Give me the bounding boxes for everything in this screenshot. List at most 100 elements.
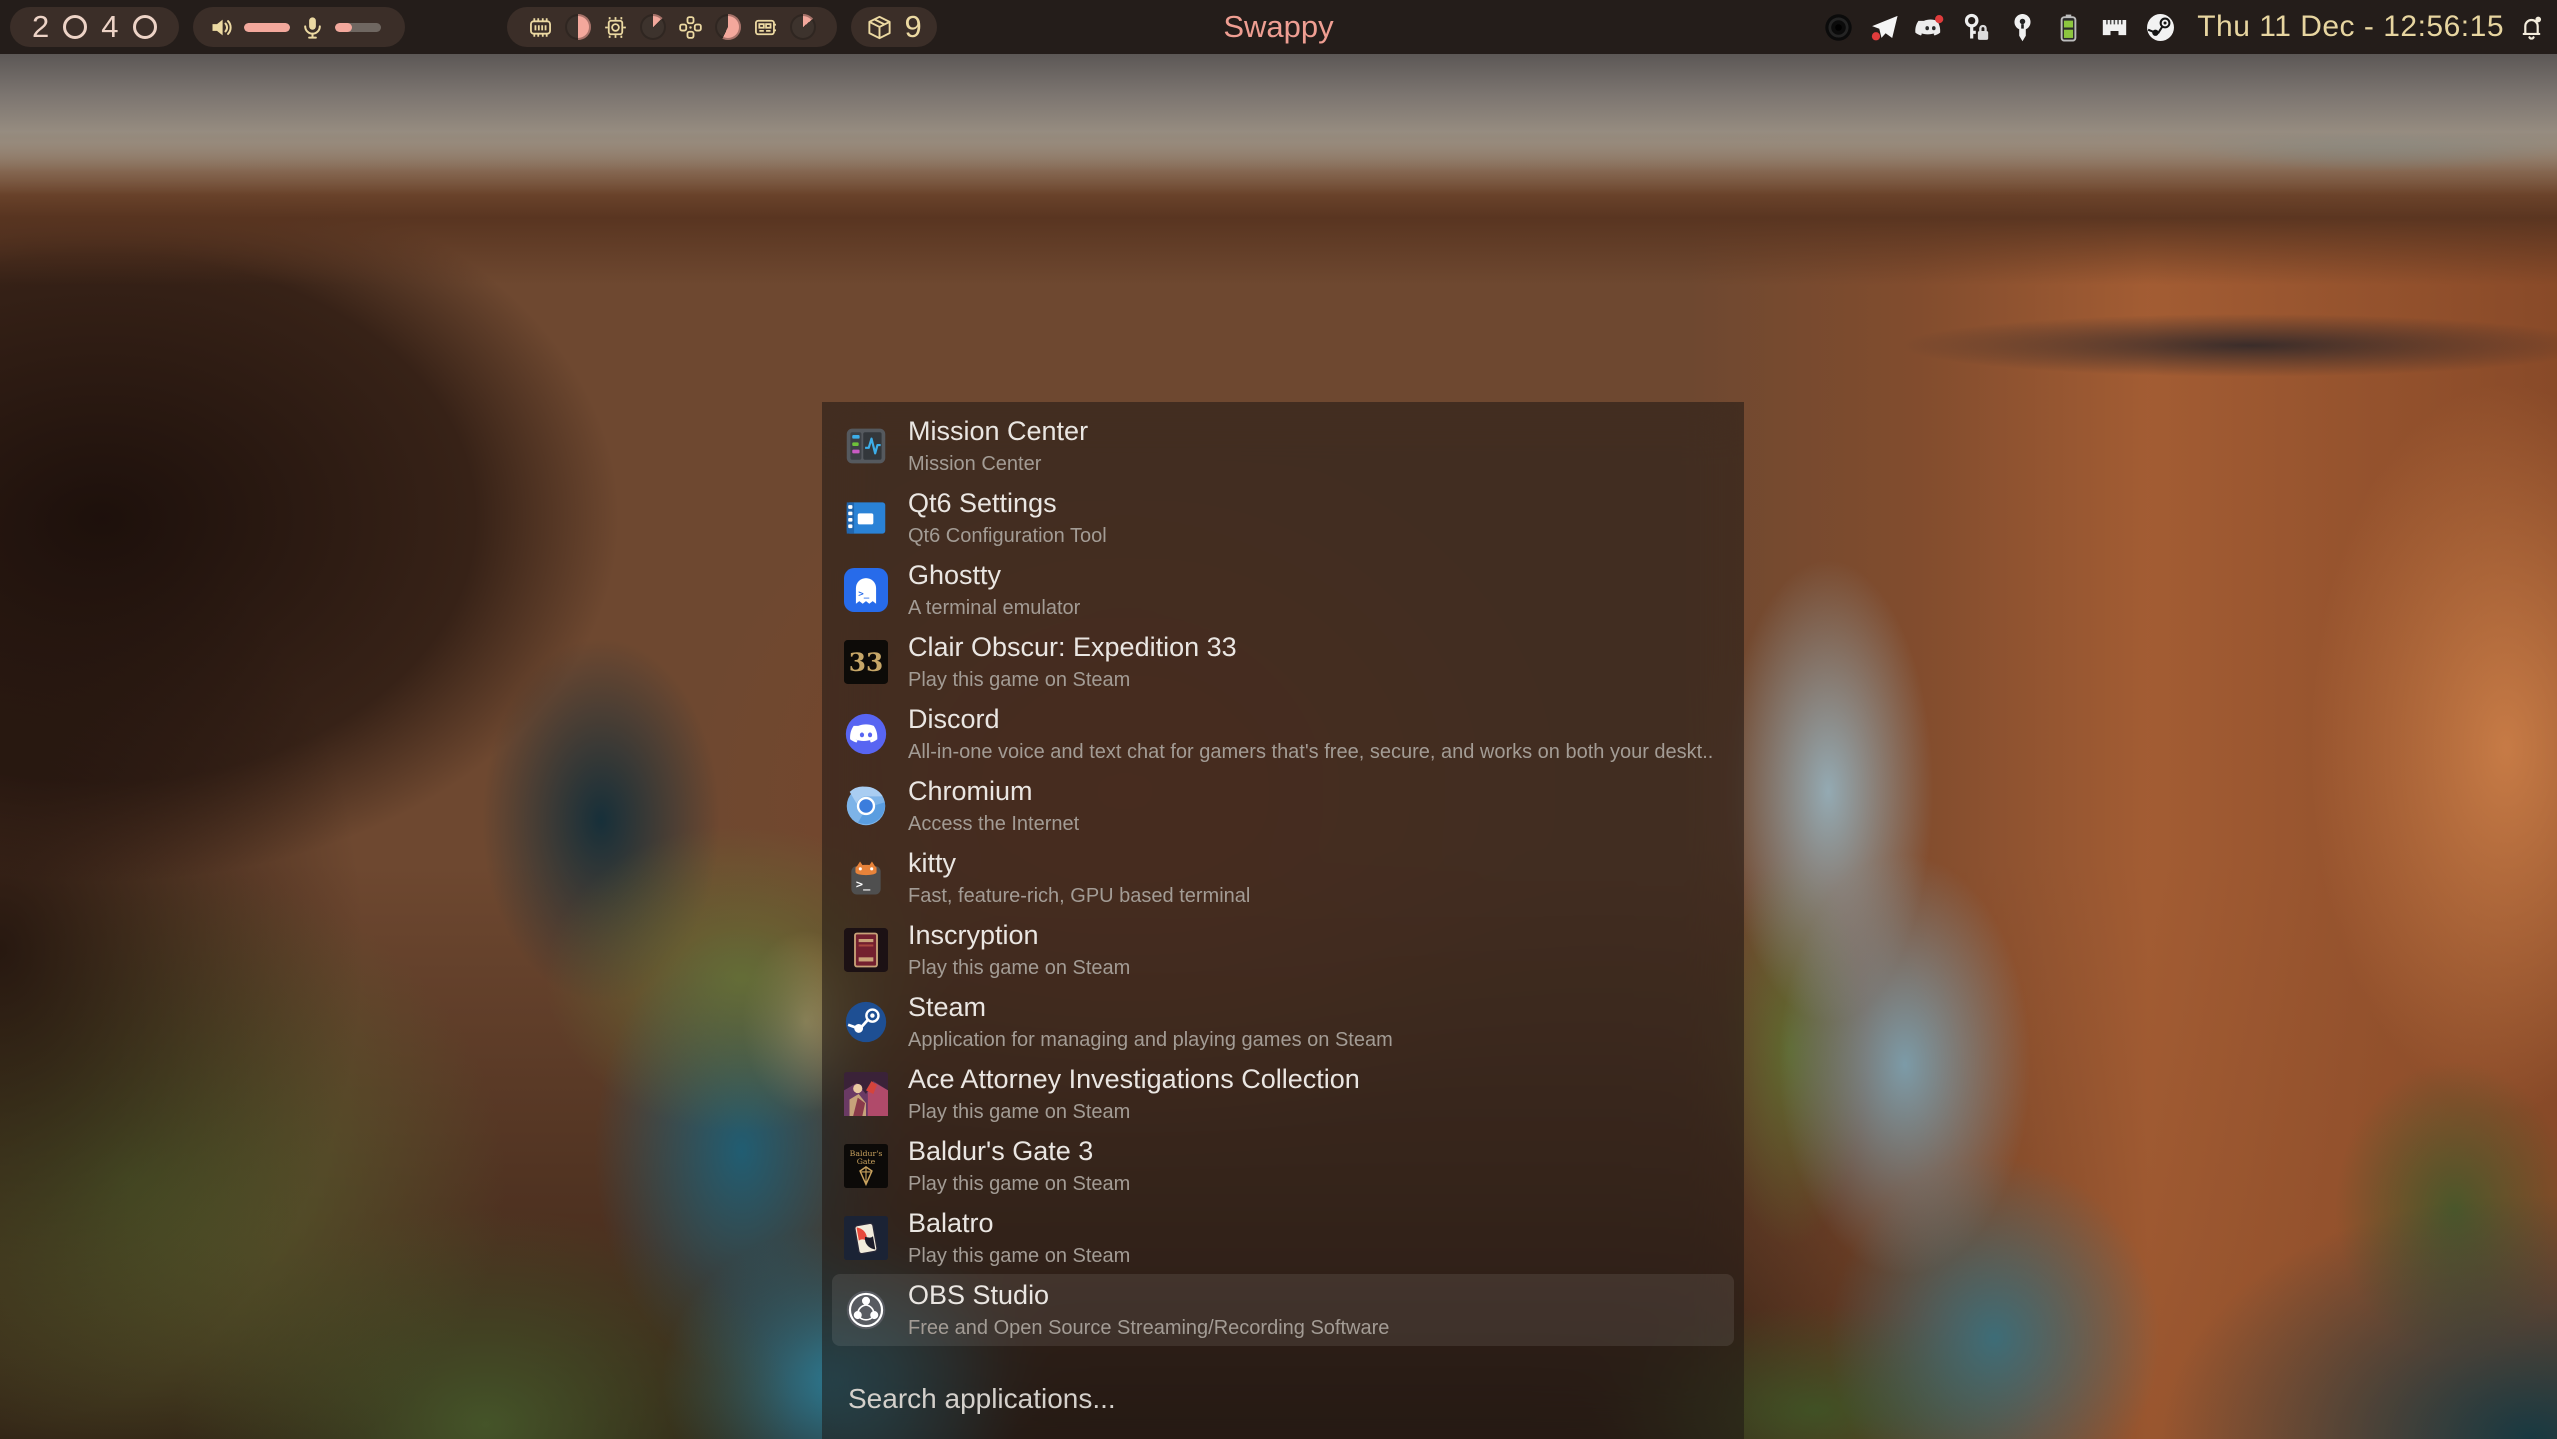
volume-slider[interactable] [244, 23, 290, 32]
launcher-item-text: kittyFast, feature-rich, GPU based termi… [908, 847, 1250, 908]
mission-center-icon [844, 424, 888, 468]
launcher-item[interactable]: Balatro Play this game on Steam [832, 1202, 1734, 1274]
launcher-item[interactable]: >_ GhosttyA terminal emulator [832, 554, 1734, 626]
launcher-item-text: Mission Center Mission Center [908, 415, 1088, 476]
packages-pill[interactable]: 9 [851, 7, 937, 47]
cpu-usage-gauge [640, 14, 666, 40]
baldurs-gate-3-icon: Baldur'sGate [844, 1144, 888, 1188]
launcher-list: Mission Center Mission Center Qt6 Settings… [822, 402, 1744, 1346]
microphone-icon [299, 14, 326, 41]
key-tray-icon[interactable] [2006, 11, 2039, 44]
top-bar: 2 4 9 Swappy Thu 11 Dec - 12:56:15 [0, 0, 2557, 54]
launcher-item[interactable]: SteamApplication for managing and playin… [832, 986, 1734, 1058]
app-name: Qt6 Settings [908, 487, 1107, 519]
discord-tray-icon[interactable] [1914, 11, 1947, 44]
app-name: Chromium [908, 775, 1079, 807]
volume-slider-fill [244, 23, 290, 32]
obs-studio-icon [844, 1288, 888, 1332]
audio-pill [193, 7, 405, 47]
app-description: Mission Center [908, 451, 1088, 477]
app-name: Mission Center [908, 415, 1088, 447]
svg-text:>_: >_ [858, 588, 870, 599]
launcher-item[interactable]: OBS Studio Free and Open Source Streaming… [832, 1274, 1734, 1346]
clair-obscur-icon: 33 [844, 640, 888, 684]
notification-bell-icon[interactable] [2516, 12, 2547, 43]
app-name: Clair Obscur: Expedition 33 [908, 631, 1237, 663]
app-description: Access the Internet [908, 811, 1079, 837]
package-icon [866, 14, 893, 41]
ram-usage-gauge [565, 14, 591, 40]
launcher-item-text: InscryptionPlay this game on Steam [908, 919, 1130, 980]
steam-icon [844, 1000, 888, 1044]
launcher-item[interactable]: Chromium Access the Internet [832, 770, 1734, 842]
app-name: Ace Attorney Investigations Collection [908, 1063, 1360, 1095]
keepass-tray-icon[interactable] [1960, 11, 1993, 44]
qt6-settings-icon [844, 496, 888, 540]
launcher-item-text: Baldur's Gate 3 Play this game on Steam [908, 1135, 1130, 1196]
launcher-item-text: Clair Obscur: Expedition 33 Play this gam… [908, 631, 1237, 692]
system-tray [1809, 11, 2177, 44]
app-name: OBS Studio [908, 1279, 1389, 1311]
app-description: Free and Open Source Streaming/Recording… [908, 1315, 1389, 1341]
svg-text:>_: >_ [856, 877, 871, 892]
memory-module-usage-gauge [790, 14, 816, 40]
topbar-left-cluster: 2 4 9 [10, 7, 937, 47]
topbar-right-cluster: Thu 11 Dec - 12:56:15 [1809, 10, 2547, 44]
window-title: Swappy [1223, 0, 1333, 54]
launcher-item[interactable]: InscryptionPlay this game on Steam [832, 914, 1734, 986]
ram-icon [527, 14, 554, 41]
launcher-item[interactable]: Discord All-in-one voice and text chat fo… [832, 698, 1734, 770]
memory-module-icon [752, 14, 779, 41]
steelseries-tray-icon[interactable] [1822, 11, 1855, 44]
app-description: Play this game on Steam [908, 1099, 1360, 1125]
svg-text:33: 33 [849, 648, 883, 677]
app-name: Balatro [908, 1207, 1130, 1239]
ghostty-icon: >_ [844, 568, 888, 612]
launcher-item[interactable]: Qt6 Settings Qt6 Configuration Tool [832, 482, 1734, 554]
gpu-usage-gauge [715, 14, 741, 40]
package-count: 9 [905, 11, 922, 44]
search-input[interactable]: Search applications... [848, 1383, 1116, 1415]
cpu-icon [602, 14, 629, 41]
balatro-icon [844, 1216, 888, 1260]
app-description: Play this game on Steam [908, 667, 1237, 693]
mic-slider[interactable] [335, 23, 381, 32]
telegram-tray-icon[interactable] [1868, 11, 1901, 44]
kitty-icon: >_ [844, 856, 888, 900]
system-monitor-pill[interactable] [507, 7, 837, 47]
workspace-2[interactable]: 2 [32, 11, 49, 44]
launcher-item-text: GhosttyA terminal emulator [908, 559, 1080, 620]
launcher-item-text: Discord All-in-one voice and text chat fo… [908, 703, 1713, 764]
launcher-item-text: Chromium Access the Internet [908, 775, 1079, 836]
steam-tray-icon[interactable] [2144, 11, 2177, 44]
workspace-dot[interactable] [133, 15, 157, 39]
workspace-4[interactable]: 4 [101, 11, 118, 44]
speaker-icon [208, 14, 235, 41]
app-description: A terminal emulator [908, 595, 1080, 621]
app-description: Qt6 Configuration Tool [908, 523, 1107, 549]
launcher-item[interactable]: Baldur'sGate Baldur's Gate 3 Play this gam… [832, 1130, 1734, 1202]
launcher-item-text: OBS Studio Free and Open Source Streaming… [908, 1279, 1389, 1340]
chromium-icon [844, 784, 888, 828]
launcher-item[interactable]: Ace Attorney Investigations Collection Pl… [832, 1058, 1734, 1130]
network-tray-icon[interactable] [2098, 11, 2131, 44]
app-description: All-in-one voice and text chat for gamer… [908, 739, 1713, 765]
app-name: Baldur's Gate 3 [908, 1135, 1130, 1167]
battery-tray-icon[interactable] [2052, 11, 2085, 44]
app-name: Inscryption [908, 919, 1130, 951]
ace-attorney-icon [844, 1072, 888, 1116]
launcher-item[interactable]: >_ kittyFast, feature-rich, GPU based ter… [832, 842, 1734, 914]
svg-text:Gate: Gate [857, 1157, 876, 1166]
clock[interactable]: Thu 11 Dec - 12:56:15 [2197, 10, 2504, 44]
launcher-item-text: Balatro Play this game on Steam [908, 1207, 1130, 1268]
app-description: Play this game on Steam [908, 1243, 1130, 1269]
app-description: Application for managing and playing gam… [908, 1027, 1393, 1053]
app-description: Play this game on Steam [908, 1171, 1130, 1197]
workspace-dot[interactable] [63, 15, 87, 39]
app-name: Discord [908, 703, 1713, 735]
launcher-item[interactable]: Mission Center Mission Center [832, 410, 1734, 482]
app-name: kitty [908, 847, 1250, 879]
launcher-item[interactable]: 33 Clair Obscur: Expedition 33 Play this g… [832, 626, 1734, 698]
gpu-icon [677, 14, 704, 41]
discord-icon [844, 712, 888, 756]
